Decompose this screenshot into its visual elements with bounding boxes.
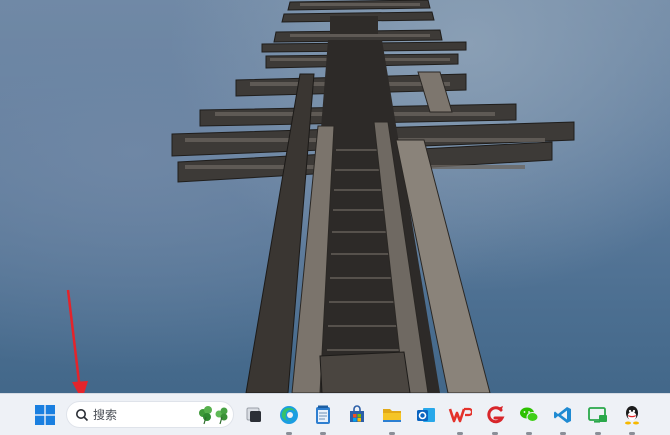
- microsoft-store-button[interactable]: [343, 401, 371, 429]
- clover-highlight-icon: [199, 406, 228, 425]
- wps-office-icon: [448, 407, 472, 423]
- app-g-icon: [487, 406, 505, 424]
- qq-icon: [625, 406, 639, 425]
- wallpaper-pier: [171, 0, 575, 393]
- edge-icon: [280, 406, 298, 424]
- windows-icon: [35, 405, 55, 425]
- app-g-button[interactable]: [481, 401, 509, 435]
- remote-screen-button[interactable]: [584, 401, 612, 435]
- task-view-button[interactable]: [240, 401, 268, 429]
- wps-office-button[interactable]: [446, 401, 474, 435]
- microsoft-store-icon: [350, 405, 364, 422]
- remote-screen-icon: [588, 407, 607, 423]
- vscode-button[interactable]: [549, 401, 577, 435]
- file-explorer-icon: [383, 409, 401, 422]
- start-button[interactable]: [30, 401, 60, 429]
- notepad-button[interactable]: [309, 401, 337, 435]
- taskbar-search-box[interactable]: 搜索: [66, 401, 234, 428]
- file-explorer-button[interactable]: [378, 401, 406, 435]
- task-view-icon: [246, 407, 261, 422]
- search-placeholder: 搜索: [93, 408, 118, 422]
- vscode-icon: [554, 407, 571, 423]
- wechat-button[interactable]: [515, 401, 543, 435]
- search-icon: [76, 409, 89, 422]
- outlook-icon: [417, 408, 435, 422]
- desktop: 搜索: [0, 0, 670, 435]
- wechat-icon: [520, 407, 539, 422]
- qq-button[interactable]: [618, 401, 646, 435]
- notepad-icon: [316, 405, 330, 424]
- edge-button[interactable]: [275, 401, 303, 435]
- outlook-button[interactable]: [412, 401, 440, 429]
- taskbar: 搜索: [0, 393, 670, 435]
